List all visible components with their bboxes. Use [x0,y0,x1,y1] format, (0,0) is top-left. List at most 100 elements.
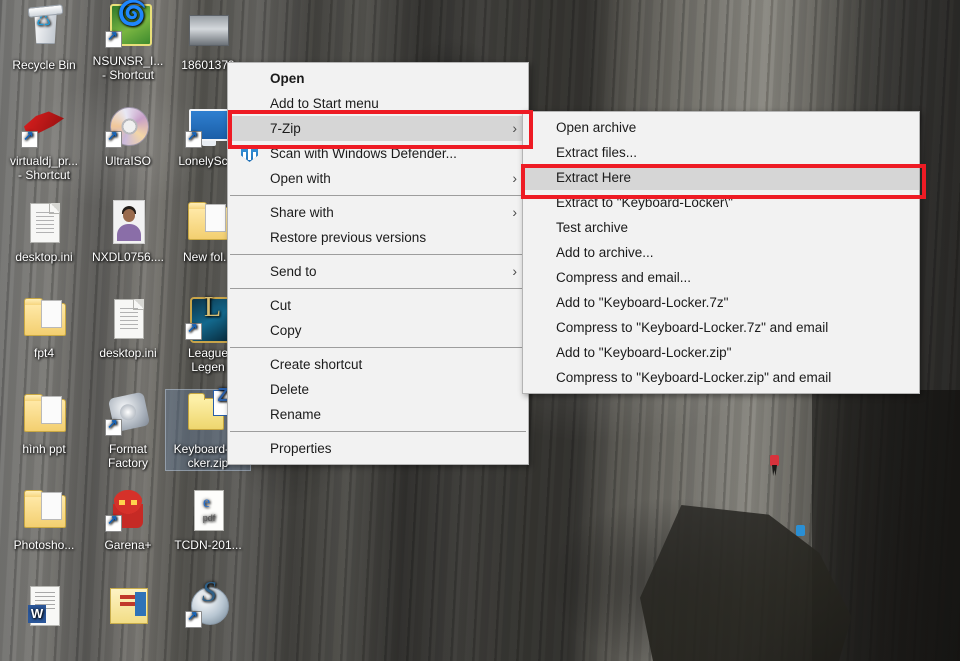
context-menu-item-restore-previous-versions[interactable]: Restore previous versions [228,225,528,250]
desktop-icon-photosho[interactable]: Photosho... [2,486,86,552]
desktop-icon-nsunsr-i[interactable]: NSUNSR_I...- Shortcut [86,2,170,82]
context-menu-item-open-with[interactable]: Open with › [228,166,528,191]
context-menu-item-scan-with-windows-defender[interactable]: Scan with Windows Defender... [228,141,528,166]
context-menu-item-open[interactable]: Open [228,66,528,91]
ini-document [30,203,60,243]
ini-file-icon [104,294,152,342]
submenu-item-add-to-archive[interactable]: Add to archive... [523,240,919,265]
context-menu-item-label: Add to Start menu [270,96,379,111]
desktop-icon-tcdn-201[interactable]: e TCDN-201... [166,486,250,552]
excel-folder-icon [104,582,152,630]
desktop-icon-ultraiso[interactable]: UltraISO [86,102,170,168]
climber-pack [796,525,805,536]
desktop-icon-label: desktop.ini [99,346,157,360]
context-menu-separator [230,347,526,348]
submenu-item-label: Test archive [556,220,629,235]
submenu-item-label: Compress to "Keyboard-Locker.7z" and ema… [556,320,829,335]
word-document: W [28,586,60,626]
desktop-icon-desktop-ini[interactable]: desktop.ini [86,294,170,360]
desktop-icon-label: Garena+ [104,538,152,552]
context-menu-item-delete[interactable]: Delete [228,377,528,402]
chevron-right-icon: › [512,170,517,186]
desktop-icon-label: UltraISO [104,154,151,168]
doc-corner [49,203,60,214]
folder-page [41,492,62,520]
7zip-submenu[interactable]: Open archive Extract files... Extract Here… [522,111,920,394]
wallpaper-climber-red [770,455,779,476]
desktop-icon-fpt4[interactable]: fpt4 [2,294,86,360]
league-of-legends-icon [184,294,232,343]
submenu-item-label: Add to archive... [556,245,654,260]
submenu-item-compress-and-email[interactable]: Compress and email... [523,265,919,290]
folder-icon [20,486,68,534]
folder-body [24,298,66,336]
folder-page [41,300,62,328]
nsunsr-app-icon [104,2,152,50]
folder-body [24,394,66,432]
desktop-icon-excel-folder[interactable] [86,582,170,634]
submenu-item-extract-here[interactable]: Extract Here [523,165,919,190]
doc-lines [120,308,138,330]
submenu-item-compress-to-keyboard-locker-zip-and-email[interactable]: Compress to "Keyboard-Locker.zip" and em… [523,365,919,390]
context-menu-separator [230,288,526,289]
folder-page [205,204,226,232]
defender-shield-icon [241,145,258,162]
file-context-menu[interactable]: Open Add to Start menu 7-Zip › Scan with Win… [227,62,529,465]
photo-thumbnail [113,200,145,244]
context-menu-item-7-zip[interactable]: 7-Zip › [228,116,528,141]
shortcut-overlay-icon [185,609,202,628]
context-menu-separator [230,195,526,196]
desktop-icon-recycle-bin[interactable]: Recycle Bin [2,4,86,72]
chevron-right-icon: › [512,120,517,136]
context-menu-item-copy[interactable]: Copy [228,318,528,343]
submenu-item-label: Compress and email... [556,270,692,285]
context-menu-item-label: Open with [270,171,331,186]
desktop-icon-garena[interactable]: Garena+ [86,486,170,552]
word-w-glyph: W [28,605,46,623]
desktop-icon-word-document[interactable]: W [2,582,86,634]
desktop-icon-h-nh-ppt[interactable]: hình ppt [2,390,86,456]
submenu-item-compress-to-keyboard-locker-7z-and-email[interactable]: Compress to "Keyboard-Locker.7z" and ema… [523,315,919,340]
submenu-item-add-to-keyboard-locker-7z[interactable]: Add to "Keyboard-Locker.7z" [523,290,919,315]
pdf-e-glyph: e [203,494,211,511]
submenu-item-test-archive[interactable]: Test archive [523,215,919,240]
context-menu-item-cut[interactable]: Cut [228,293,528,318]
garena-icon [104,486,152,534]
desktop-icon-nxdl0756[interactable]: NXDL0756.... [86,198,170,264]
climber-pack [770,455,779,466]
context-menu-item-label: Scan with Windows Defender... [270,146,457,161]
context-menu-item-rename[interactable]: Rename [228,402,528,427]
context-menu-item-properties[interactable]: Properties [228,436,528,461]
photo-icon [104,198,152,246]
pdf-file-icon: e [184,486,232,534]
context-menu-item-label: Send to [270,264,317,279]
folder-body [24,490,66,528]
doc-lines [36,212,54,234]
submenu-item-extract-files[interactable]: Extract files... [523,140,919,165]
context-menu-item-share-with[interactable]: Share with › [228,200,528,225]
context-menu-item-send-to[interactable]: Send to › [228,259,528,284]
context-menu-item-create-shortcut[interactable]: Create shortcut [228,352,528,377]
pdf-document: e [194,490,224,531]
zip-folder-icon [184,388,233,438]
submenu-item-label: Extract Here [556,170,632,185]
photo-body [117,224,141,241]
context-menu-item-label: Properties [270,441,332,456]
submenu-item-open-archive[interactable]: Open archive [523,115,919,140]
context-menu-item-label: Rename [270,407,322,422]
submenu-item-label: Add to "Keyboard-Locker.7z" [556,295,729,310]
chevron-right-icon: › [512,204,517,220]
submenu-item-add-to-keyboard-locker-zip[interactable]: Add to "Keyboard-Locker.zip" [523,340,919,365]
submenu-item-extract-to-keyboard-locker[interactable]: Extract to "Keyboard-Locker\" [523,190,919,215]
desktop-icon-swish[interactable] [166,582,250,634]
desktop-icon-format[interactable]: FormatFactory [86,390,170,470]
desktop-icon-label: Format Factory [107,442,148,470]
ini-document [114,299,144,339]
shortcut-overlay-icon [105,29,122,48]
desktop-icon-desktop-ini[interactable]: desktop.ini [2,198,86,264]
context-menu-item-add-to-start-menu[interactable]: Add to Start menu [228,91,528,116]
desktop-icon-virtualdj-pr[interactable]: virtualdj_pr...- Shortcut [2,102,86,182]
context-menu-separator [230,254,526,255]
shortcut-overlay-icon [185,129,202,148]
xls-sheet [135,592,146,616]
